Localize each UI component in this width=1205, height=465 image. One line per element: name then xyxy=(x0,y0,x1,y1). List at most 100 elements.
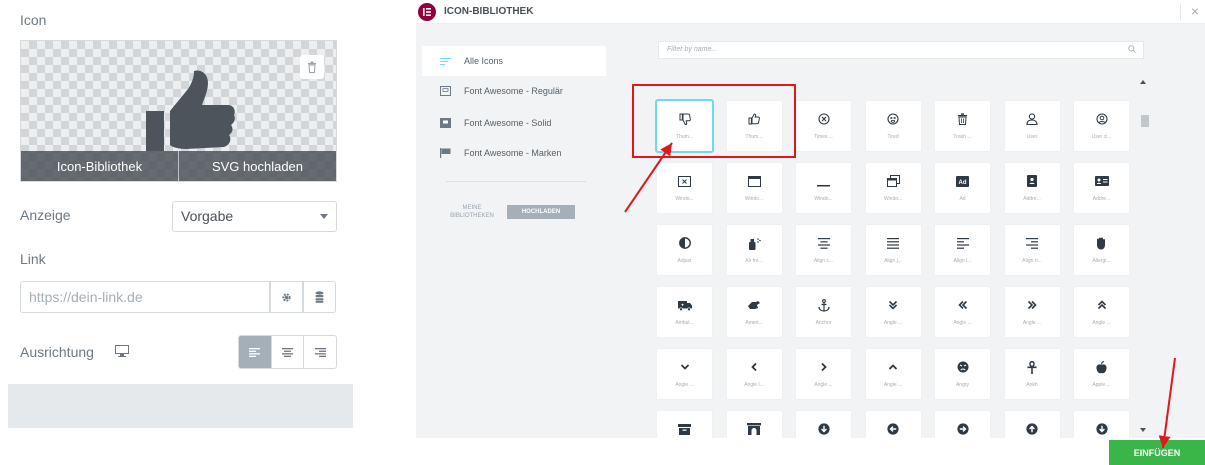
icon-tile-label: Windo... xyxy=(675,196,694,202)
icon-tile[interactable]: Align j... xyxy=(864,224,922,276)
icon-tile[interactable] xyxy=(1073,410,1130,438)
icon-tile-label: Anchor xyxy=(815,320,832,326)
icon-tile[interactable]: Angle ... xyxy=(795,348,852,400)
icon-tile[interactable]: Ambul... xyxy=(656,286,713,338)
icon-tile[interactable]: Apple ... xyxy=(1073,348,1130,400)
times-circle-icon xyxy=(796,111,851,127)
archive-icon xyxy=(657,421,712,437)
align-center-icon xyxy=(282,347,293,357)
scroll-down-arrow[interactable] xyxy=(1140,428,1146,432)
my-libraries-label: MEINE BIBLIOTHEKEN xyxy=(450,205,494,219)
icon-tile-label: Ad xyxy=(959,196,966,202)
list-icon xyxy=(438,57,452,65)
air-freshener-icon xyxy=(727,235,782,251)
adjust-icon xyxy=(657,235,712,251)
icon-library-button[interactable]: Icon-Bibliothek xyxy=(21,151,179,181)
sidebar-item-all-icons[interactable]: Alle Icons xyxy=(422,46,606,76)
icon-tile[interactable]: Windo... xyxy=(795,162,852,214)
filter-placeholder: Filter by name... xyxy=(667,46,718,53)
icon-tile[interactable]: Anchor xyxy=(795,286,852,338)
icon-preview[interactable]: Icon-Bibliothek SVG hochladen xyxy=(20,40,337,182)
window-close-icon xyxy=(657,173,712,189)
annotation-highlight-box xyxy=(632,84,796,158)
sidebar-item-fa-regular[interactable]: Font Awesome - Regulär xyxy=(422,76,606,106)
angle-double-down-icon xyxy=(866,297,921,313)
icon-tile[interactable]: Tired xyxy=(864,100,922,152)
svg-upload-button[interactable]: SVG hochladen xyxy=(179,151,336,181)
align-center-button[interactable] xyxy=(270,336,304,368)
apple-icon xyxy=(1074,359,1129,375)
icon-tile[interactable]: Air fre... xyxy=(725,224,783,276)
filter-input[interactable]: Filter by name... xyxy=(658,41,1144,59)
align-left-icon xyxy=(249,347,261,357)
upload-button[interactable]: HOCHLADEN xyxy=(507,205,575,219)
dynamic-tags-button[interactable] xyxy=(303,281,336,313)
desktop-icon[interactable] xyxy=(115,345,129,357)
icon-tile[interactable]: Times ... xyxy=(795,100,852,152)
icon-tile-label: Angle ... xyxy=(1022,320,1042,326)
icon-tile[interactable]: Ad Ad xyxy=(934,162,991,214)
icon-tile-label: Trash ... xyxy=(953,134,972,140)
icon-tile[interactable]: User xyxy=(1003,100,1061,152)
delete-icon-button[interactable] xyxy=(300,55,324,79)
archway-icon xyxy=(727,421,782,437)
link-options-button[interactable] xyxy=(270,281,303,313)
sidebar-item-fa-solid[interactable]: Font Awesome - Solid xyxy=(422,108,606,138)
sidebar-item-label: Font Awesome - Solid xyxy=(464,118,552,128)
align-left-button[interactable] xyxy=(239,336,271,368)
icon-tile-label: Angle ... xyxy=(814,382,833,388)
icon-tile[interactable] xyxy=(656,410,713,438)
align-center-icon xyxy=(796,235,851,251)
icon-tile[interactable]: Trash ... xyxy=(934,100,991,152)
icon-tile[interactable]: Windo... xyxy=(864,162,922,214)
icon-tile[interactable]: Align l... xyxy=(934,224,991,276)
icon-tile[interactable]: Align ri... xyxy=(1003,224,1061,276)
icon-tile[interactable]: Allergi... xyxy=(1073,224,1130,276)
grid-scrollbar-thumb[interactable] xyxy=(1141,115,1149,127)
icon-tile[interactable] xyxy=(795,410,852,438)
icon-tile[interactable] xyxy=(934,410,991,438)
icon-tile[interactable] xyxy=(864,410,922,438)
icon-tile[interactable]: Align c... xyxy=(795,224,852,276)
icon-tile[interactable]: Windo... xyxy=(656,162,713,214)
panel-footer-area xyxy=(8,384,353,428)
icon-tile-label: Windo... xyxy=(814,196,833,202)
icon-tile[interactable]: User ci... xyxy=(1073,100,1130,152)
icon-tile[interactable]: Angle ... xyxy=(1003,286,1061,338)
icon-tile[interactable]: Ankh xyxy=(1003,348,1061,400)
icon-tile[interactable]: Angle l... xyxy=(725,348,783,400)
icon-tile[interactable]: Angle ... xyxy=(864,348,922,400)
caret-down-icon xyxy=(320,214,328,219)
angle-right-icon xyxy=(796,359,851,375)
gear-icon xyxy=(282,292,291,302)
icon-tile[interactable]: Angle ... xyxy=(656,348,713,400)
icon-tile[interactable]: Windo... xyxy=(725,162,783,214)
icon-tile[interactable]: Angle ... xyxy=(934,286,991,338)
scroll-up-arrow[interactable] xyxy=(1140,80,1146,84)
close-icon[interactable]: × xyxy=(1191,3,1199,19)
align-right-icon xyxy=(1005,235,1060,251)
icon-tile-label: Adjust xyxy=(677,258,692,264)
icon-tile[interactable] xyxy=(1003,410,1061,438)
insert-button[interactable]: EINFÜGEN xyxy=(1109,440,1205,465)
icon-tile[interactable]: Adjust xyxy=(656,224,713,276)
icon-tile[interactable]: Ameri... xyxy=(725,286,783,338)
icon-tile-label: Ambul... xyxy=(675,320,694,326)
icon-tile[interactable]: Addre... xyxy=(1003,162,1061,214)
icon-tile-label: Ameri... xyxy=(745,320,763,326)
sidebar-item-fa-brands[interactable]: Font Awesome - Marken xyxy=(422,138,606,168)
icon-tile[interactable]: Addre... xyxy=(1073,162,1130,214)
icon-tile[interactable]: Angle ... xyxy=(1073,286,1130,338)
icon-tile[interactable]: Angry xyxy=(934,348,991,400)
icon-tile[interactable]: Angle ... xyxy=(864,286,922,338)
display-select[interactable]: Vorgabe xyxy=(172,201,337,232)
flag-outline-icon xyxy=(438,86,452,96)
icon-settings-panel: Icon Icon-Bibliothek SVG hochladen Anzei… xyxy=(0,0,360,463)
icon-tile-label: Angle ... xyxy=(883,320,903,326)
link-input[interactable]: https://dein-link.de xyxy=(20,281,270,313)
icon-tile[interactable] xyxy=(725,410,783,438)
align-right-button[interactable] xyxy=(303,336,336,368)
arrow-circle-right-icon xyxy=(935,421,990,437)
allergies-icon xyxy=(1074,235,1129,251)
sidebar-item-label: Font Awesome - Regulär xyxy=(464,86,563,96)
